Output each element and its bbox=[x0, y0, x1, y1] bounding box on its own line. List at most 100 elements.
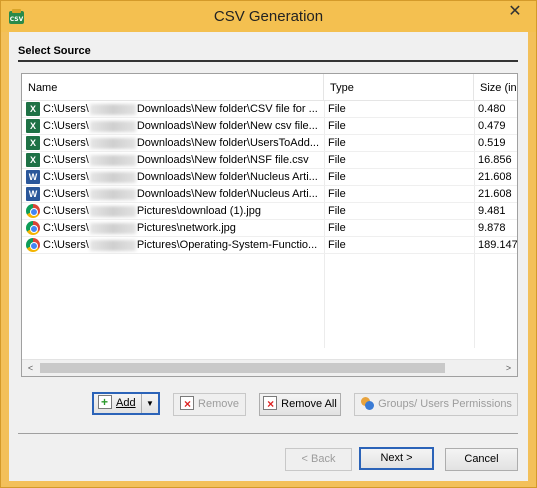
file-path-prefix: C:\Users\ bbox=[43, 171, 89, 183]
file-path-cell: W C:\Users\ Downloads\New folder\Nucleus A… bbox=[26, 169, 324, 186]
table-row[interactable]: W C:\Users\ Downloads\New folder\Nucleus A… bbox=[22, 169, 517, 186]
table-row[interactable]: X C:\Users\ Downloads\New folder\CSV file … bbox=[22, 101, 517, 118]
remove-button-label: Remove bbox=[198, 398, 239, 410]
remove-all-button[interactable]: Remove All bbox=[259, 393, 341, 416]
groups-users-permissions-button[interactable]: Groups/ Users Permissions bbox=[354, 393, 518, 416]
cancel-button[interactable]: Cancel bbox=[445, 448, 518, 471]
file-path-prefix: C:\Users\ bbox=[43, 205, 89, 217]
source-file-grid[interactable]: Name Type Size (in X C:\Users\ Downloads\N… bbox=[21, 73, 518, 377]
file-type-cell: File bbox=[328, 120, 346, 132]
file-size-cell: 189.147 bbox=[478, 239, 518, 251]
file-path-cell: X C:\Users\ Downloads\New folder\NSF file.… bbox=[26, 152, 324, 169]
file-path-prefix: C:\Users\ bbox=[43, 239, 89, 251]
file-size-cell: 9.878 bbox=[478, 222, 506, 234]
column-header-type[interactable]: Type bbox=[324, 74, 474, 101]
file-size-cell: 21.608 bbox=[478, 171, 512, 183]
file-type-cell: File bbox=[328, 188, 346, 200]
file-path-cell: C:\Users\ Pictures\Operating-System-Funct… bbox=[26, 237, 324, 254]
file-path-suffix: Downloads\New folder\New csv file... bbox=[136, 120, 318, 132]
add-button-label: Add bbox=[116, 397, 136, 409]
table-row[interactable]: C:\Users\ Pictures\download (1).jpg File 9.… bbox=[22, 203, 517, 220]
table-row[interactable]: X C:\Users\ Downloads\New folder\New csv f… bbox=[22, 118, 517, 135]
file-size-cell: 21.608 bbox=[478, 188, 512, 200]
file-type-cell: File bbox=[328, 103, 346, 115]
csv-generation-window: CSV CSV Generation ✕ Select Source Name … bbox=[0, 0, 537, 488]
table-row[interactable]: W C:\Users\ Downloads\New folder\Nucleus A… bbox=[22, 186, 517, 203]
column-header-name[interactable]: Name bbox=[22, 74, 324, 101]
section-title: Select Source bbox=[18, 45, 91, 57]
file-path-suffix: Pictures\download (1).jpg bbox=[136, 205, 261, 217]
window-title: CSV Generation bbox=[213, 8, 324, 25]
file-size-cell: 0.480 bbox=[478, 103, 506, 115]
file-path-cell: C:\Users\ Pictures\network.jpg bbox=[26, 220, 324, 237]
add-icon bbox=[98, 393, 112, 412]
word-icon: W bbox=[26, 170, 40, 184]
table-row[interactable]: X C:\Users\ Downloads\New folder\UsersToAd… bbox=[22, 135, 517, 152]
file-path-suffix: Downloads\New folder\UsersToAdd... bbox=[136, 137, 320, 149]
file-type-cell: File bbox=[328, 137, 346, 149]
file-type-cell: File bbox=[328, 171, 346, 183]
file-path-prefix: C:\Users\ bbox=[43, 154, 89, 166]
title-bar: CSV CSV Generation ✕ bbox=[1, 1, 536, 32]
file-path-suffix: Pictures\Operating-System-Functio... bbox=[136, 239, 318, 251]
redacted-username bbox=[89, 154, 136, 166]
remove-all-button-label: Remove All bbox=[281, 398, 337, 410]
file-path-cell: X C:\Users\ Downloads\New folder\CSV file … bbox=[26, 101, 324, 118]
chrome-icon bbox=[26, 204, 40, 218]
file-path-cell: W C:\Users\ Downloads\New folder\Nucleus A… bbox=[26, 186, 324, 203]
file-type-cell: File bbox=[328, 154, 346, 166]
remove-all-icon bbox=[263, 394, 278, 415]
file-path-prefix: C:\Users\ bbox=[43, 137, 89, 149]
file-path-suffix: Pictures\network.jpg bbox=[136, 222, 236, 234]
table-row[interactable]: C:\Users\ Pictures\network.jpg File 9.878 bbox=[22, 220, 517, 237]
column-header-size[interactable]: Size (in bbox=[474, 74, 517, 101]
redacted-username bbox=[89, 137, 136, 149]
file-size-cell: 9.481 bbox=[478, 205, 506, 217]
redacted-username bbox=[89, 205, 136, 217]
excel-icon: X bbox=[26, 102, 40, 116]
remove-icon bbox=[180, 394, 195, 415]
redacted-username bbox=[89, 103, 136, 115]
groups-button-label: Groups/ Users Permissions bbox=[378, 398, 512, 410]
next-button[interactable]: Next > bbox=[359, 447, 434, 470]
file-path-cell: C:\Users\ Pictures\download (1).jpg bbox=[26, 203, 324, 220]
users-group-icon bbox=[360, 396, 375, 410]
file-path-suffix: Downloads\New folder\CSV file for ... bbox=[136, 103, 318, 115]
scroll-left-icon[interactable]: < bbox=[22, 360, 39, 376]
excel-icon: X bbox=[26, 136, 40, 150]
footer-divider bbox=[18, 433, 518, 434]
file-path-suffix: Downloads\New folder\Nucleus Arti... bbox=[136, 171, 318, 183]
close-button[interactable]: ✕ bbox=[501, 2, 529, 22]
file-size-cell: 0.519 bbox=[478, 137, 506, 149]
file-type-cell: File bbox=[328, 239, 346, 251]
remove-button[interactable]: Remove bbox=[173, 393, 246, 416]
scroll-right-icon[interactable]: > bbox=[500, 360, 517, 376]
chrome-icon bbox=[26, 238, 40, 252]
file-path-cell: X C:\Users\ Downloads\New folder\New csv f… bbox=[26, 118, 324, 135]
redacted-username bbox=[89, 239, 136, 251]
excel-icon: X bbox=[26, 119, 40, 133]
excel-icon: X bbox=[26, 153, 40, 167]
scrollbar-thumb[interactable] bbox=[40, 363, 445, 373]
chevron-down-icon[interactable]: ▼ bbox=[141, 394, 158, 413]
grid-header: Name Type Size (in bbox=[22, 74, 517, 101]
table-row[interactable]: X C:\Users\ Downloads\New folder\NSF file.… bbox=[22, 152, 517, 169]
file-size-cell: 0.479 bbox=[478, 120, 506, 132]
file-path-suffix: Downloads\New folder\NSF file.csv bbox=[136, 154, 309, 166]
file-size-cell: 16.856 bbox=[478, 154, 512, 166]
file-path-prefix: C:\Users\ bbox=[43, 103, 89, 115]
file-type-cell: File bbox=[328, 205, 346, 217]
file-path-prefix: C:\Users\ bbox=[43, 120, 89, 132]
redacted-username bbox=[89, 188, 136, 200]
redacted-username bbox=[89, 120, 136, 132]
table-row[interactable]: C:\Users\ Pictures\Operating-System-Funct… bbox=[22, 237, 517, 254]
word-icon: W bbox=[26, 187, 40, 201]
section-divider bbox=[18, 60, 518, 62]
chrome-icon bbox=[26, 221, 40, 235]
horizontal-scrollbar[interactable]: < > bbox=[22, 359, 517, 376]
redacted-username bbox=[89, 222, 136, 234]
add-button[interactable]: Add ▼ bbox=[92, 392, 160, 415]
file-path-cell: X C:\Users\ Downloads\New folder\UsersToAd… bbox=[26, 135, 324, 152]
back-button[interactable]: < Back bbox=[285, 448, 352, 471]
file-type-cell: File bbox=[328, 222, 346, 234]
